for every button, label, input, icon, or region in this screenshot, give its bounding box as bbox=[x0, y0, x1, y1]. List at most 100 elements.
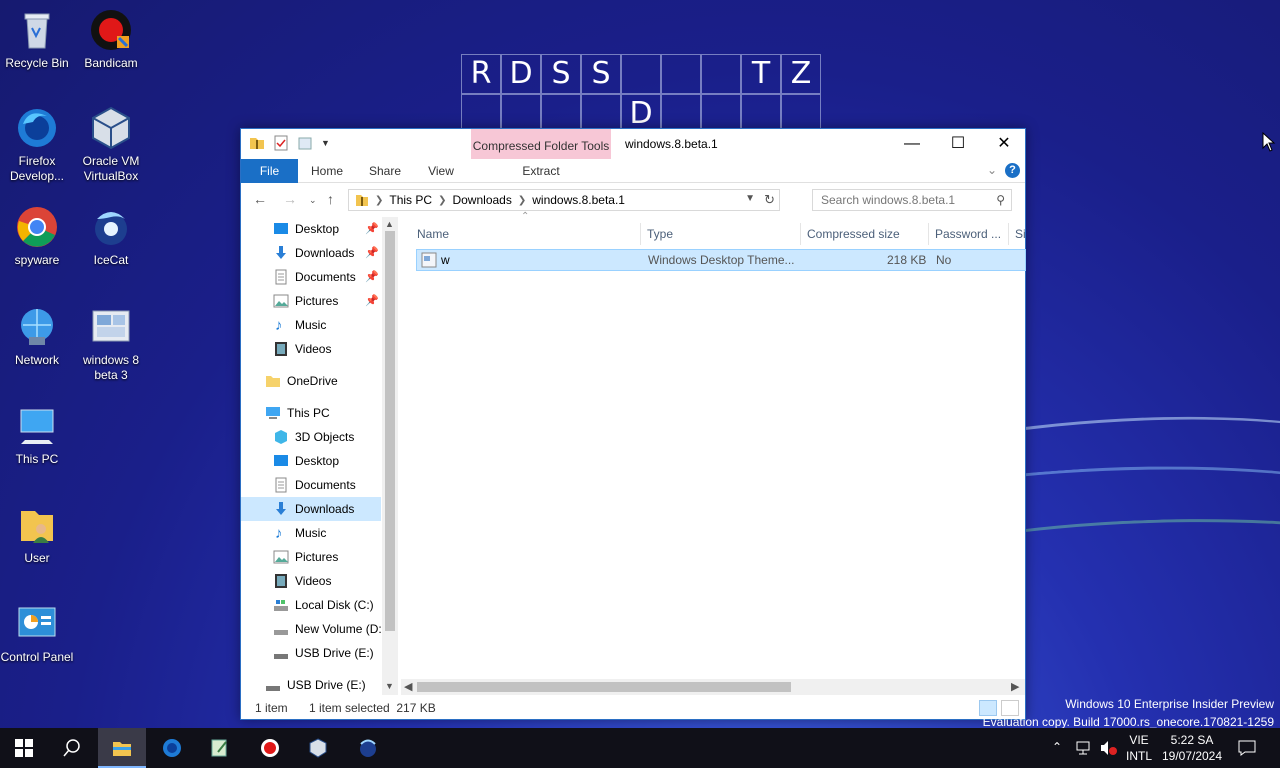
download-arrow-icon bbox=[276, 502, 286, 515]
desktop-icon-firefox[interactable]: Firefox Develop... bbox=[0, 106, 74, 184]
nav-item-pictures[interactable]: Pictures 📌 bbox=[241, 289, 381, 313]
desktop-icon-recycle-bin[interactable]: Recycle Bin bbox=[0, 8, 74, 71]
recent-locations-icon[interactable]: ⌄ bbox=[309, 195, 317, 206]
chevron-right-icon: ❯ bbox=[438, 194, 447, 206]
minimize-button[interactable]: — bbox=[889, 129, 935, 159]
action-center-icon[interactable] bbox=[1238, 740, 1256, 768]
desktop-icon-windows-8-beta-3[interactable]: windows 8 beta 3 bbox=[74, 305, 148, 383]
user-folder-icon bbox=[15, 503, 59, 547]
show-hidden-icons[interactable]: ⌃ bbox=[1052, 740, 1062, 768]
tab-share[interactable]: Share bbox=[359, 159, 411, 183]
taskbar-firefox[interactable] bbox=[148, 728, 196, 768]
language-code: VIE bbox=[1129, 733, 1149, 747]
horizontal-scrollbar[interactable]: ◀ ▶ bbox=[401, 679, 1025, 695]
breadcrumb-current[interactable]: windows.8.beta.1 bbox=[532, 193, 625, 207]
scroll-thumb[interactable] bbox=[385, 231, 395, 631]
desktop-icon-label: Oracle VM VirtualBox bbox=[82, 154, 140, 183]
nav-scrollbar[interactable]: ▲ ▼ bbox=[382, 217, 398, 695]
properties-icon[interactable] bbox=[273, 135, 289, 151]
start-button[interactable] bbox=[0, 728, 48, 768]
chevron-down-icon[interactable]: ▼ bbox=[745, 193, 755, 204]
nav-item-pc-downloads[interactable]: Downloads bbox=[241, 497, 381, 521]
nav-item-usb-drive-e-root[interactable]: USB Drive (E:) bbox=[241, 673, 381, 695]
breadcrumb-downloads[interactable]: Downloads bbox=[452, 193, 511, 207]
back-button[interactable]: ← bbox=[253, 191, 267, 207]
column-name[interactable]: Name bbox=[411, 223, 641, 245]
desktop-icon-chrome[interactable]: spyware bbox=[0, 205, 74, 268]
desktop-icon-icecat[interactable]: IceCat bbox=[74, 205, 148, 268]
nav-item-new-volume-d[interactable]: New Volume (D: bbox=[241, 617, 381, 641]
nav-item-videos[interactable]: Videos bbox=[241, 337, 381, 361]
scroll-up-icon[interactable]: ▲ bbox=[385, 219, 394, 229]
clock[interactable]: 5:22 SA 19/07/2024 bbox=[1160, 728, 1224, 768]
scroll-thumb[interactable] bbox=[417, 682, 791, 692]
nav-label: Documents bbox=[295, 478, 356, 492]
search-placeholder: Search windows.8.beta.1 bbox=[821, 193, 956, 207]
nav-label: Downloads bbox=[295, 246, 355, 260]
nav-item-music[interactable]: ♪ Music bbox=[241, 313, 381, 337]
file-type: Windows Desktop Theme... bbox=[648, 253, 795, 267]
nav-label: Videos bbox=[295, 574, 332, 588]
nav-item-pc-videos[interactable]: Videos bbox=[241, 569, 381, 593]
nav-item-3d-objects[interactable]: 3D Objects bbox=[241, 425, 381, 449]
desktop-icon bbox=[274, 455, 288, 466]
address-bar[interactable]: ❯ This PC ❯ Downloads ❯ windows.8.beta.1… bbox=[348, 189, 780, 211]
tab-home[interactable]: Home bbox=[301, 159, 353, 183]
desktop-icon-network[interactable]: Network bbox=[0, 305, 74, 368]
nav-item-usb-drive-e[interactable]: USB Drive (E:) bbox=[241, 641, 381, 665]
input-language[interactable]: VIE INTL bbox=[1124, 728, 1154, 768]
column-size[interactable]: Si bbox=[1009, 223, 1029, 245]
tab-file[interactable]: File bbox=[241, 159, 298, 183]
desktop-icon-control-panel[interactable]: Control Panel bbox=[0, 602, 74, 665]
pin-icon: 📌 bbox=[365, 295, 379, 307]
breadcrumb-this-pc[interactable]: This PC bbox=[389, 193, 432, 207]
nav-item-downloads[interactable]: Downloads 📌 bbox=[241, 241, 381, 265]
tab-view[interactable]: View bbox=[417, 159, 465, 183]
taskbar-bandicam[interactable] bbox=[246, 728, 294, 768]
network-icon[interactable] bbox=[1076, 740, 1094, 768]
close-button[interactable]: ✕ bbox=[981, 129, 1027, 159]
nav-label: Local Disk (C:) bbox=[295, 598, 374, 612]
folder-icon bbox=[266, 376, 280, 387]
new-folder-icon[interactable] bbox=[297, 135, 313, 151]
tab-extract[interactable]: Extract bbox=[471, 159, 611, 183]
taskbar-icecat[interactable] bbox=[344, 728, 392, 768]
nav-item-onedrive[interactable]: OneDrive bbox=[241, 369, 381, 393]
table-row[interactable]: w Windows Desktop Theme... 218 KB No bbox=[416, 249, 1026, 271]
taskbar-file-explorer[interactable] bbox=[98, 728, 146, 768]
refresh-icon[interactable]: ↻ bbox=[764, 192, 775, 208]
compressed-folder-tools-tab[interactable]: Compressed Folder Tools bbox=[471, 129, 611, 159]
scroll-left-icon[interactable]: ◀ bbox=[404, 680, 412, 693]
search-button[interactable] bbox=[48, 728, 96, 768]
nav-item-this-pc[interactable]: This PC bbox=[241, 401, 381, 425]
desktop-icon-bandicam[interactable]: Bandicam bbox=[74, 8, 148, 71]
taskbar-notepad[interactable] bbox=[196, 728, 244, 768]
nav-item-pc-documents[interactable]: Documents bbox=[241, 473, 381, 497]
customize-qat-icon[interactable]: ▼ bbox=[321, 138, 330, 148]
desktop-icon-this-pc[interactable]: This PC bbox=[0, 404, 74, 467]
help-icon[interactable]: ? bbox=[1005, 163, 1020, 178]
title-bar[interactable]: ▼ Compressed Folder Tools windows.8.beta… bbox=[241, 129, 1025, 159]
taskbar-virtualbox[interactable] bbox=[294, 728, 342, 768]
scroll-right-icon[interactable]: ▶ bbox=[1011, 680, 1019, 693]
nav-item-local-disk-c[interactable]: Local Disk (C:) bbox=[241, 593, 381, 617]
column-password[interactable]: Password ... bbox=[929, 223, 1009, 245]
search-input[interactable]: Search windows.8.beta.1 ⚲ bbox=[812, 189, 1012, 211]
scroll-down-icon[interactable]: ▼ bbox=[385, 681, 394, 691]
nav-item-pc-music[interactable]: ♪ Music bbox=[241, 521, 381, 545]
nav-item-pc-desktop[interactable]: Desktop bbox=[241, 449, 381, 473]
maximize-button[interactable]: ☐ bbox=[935, 129, 981, 159]
expand-ribbon-icon[interactable]: ⌄ bbox=[987, 163, 997, 177]
column-compressed-size[interactable]: Compressed size bbox=[801, 223, 929, 245]
desktop-icon-virtualbox[interactable]: Oracle VM VirtualBox bbox=[74, 106, 148, 184]
grid-cell: T bbox=[741, 54, 781, 94]
forward-button[interactable]: → bbox=[283, 191, 297, 207]
desktop-icon-user[interactable]: User bbox=[0, 503, 74, 566]
column-type[interactable]: Type bbox=[641, 223, 801, 245]
nav-item-desktop[interactable]: Desktop 📌 bbox=[241, 217, 381, 241]
volume-muted-icon[interactable] bbox=[1100, 740, 1118, 768]
nav-item-documents[interactable]: Documents 📌 bbox=[241, 265, 381, 289]
explorer-window[interactable]: ▼ Compressed Folder Tools windows.8.beta… bbox=[240, 128, 1026, 720]
up-button[interactable]: ↑ bbox=[327, 191, 334, 207]
nav-item-pc-pictures[interactable]: Pictures bbox=[241, 545, 381, 569]
